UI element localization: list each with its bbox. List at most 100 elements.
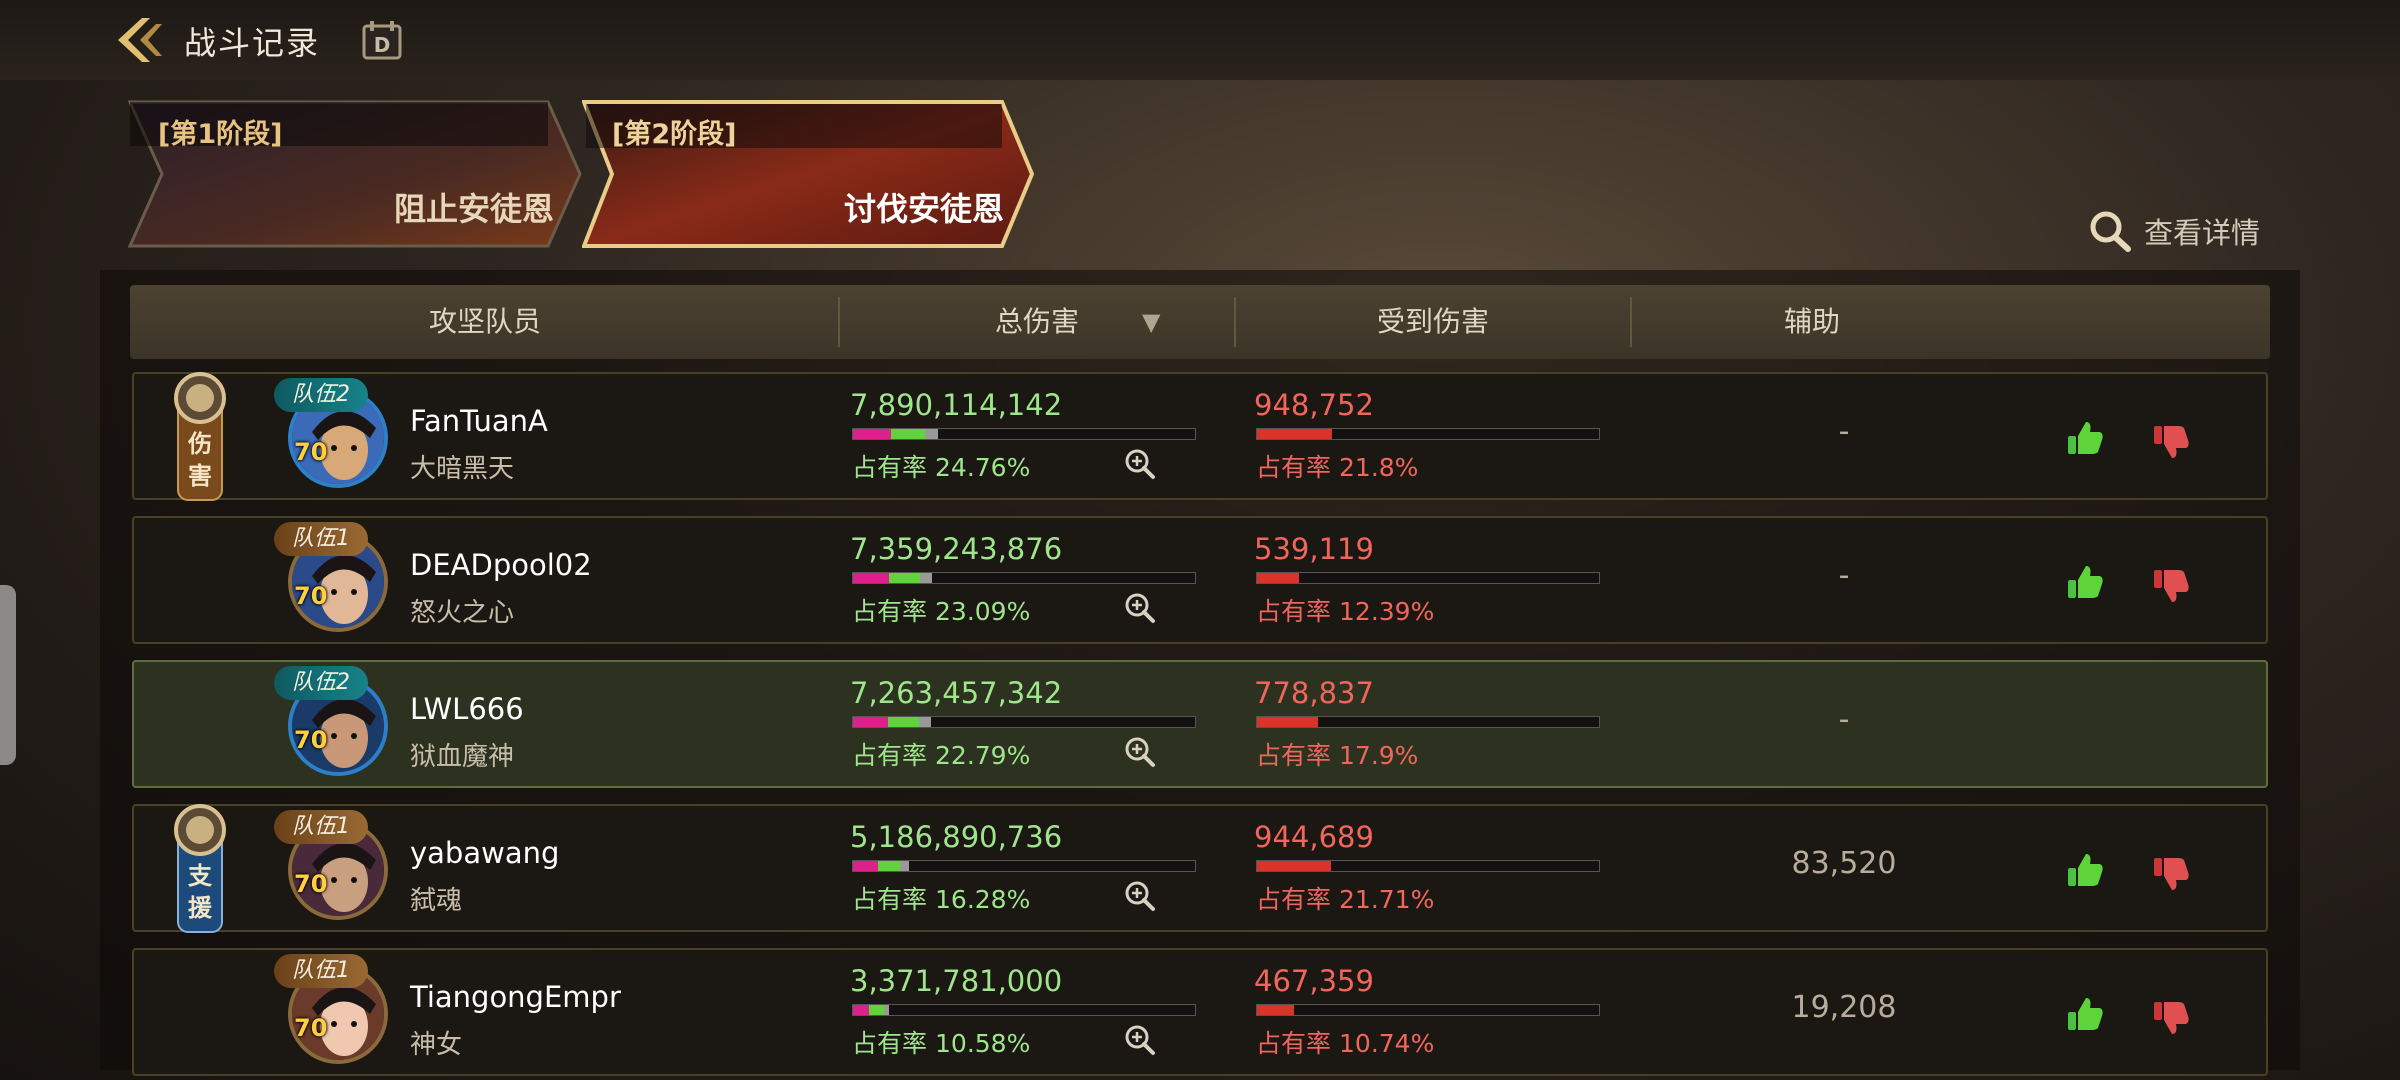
assist-value: 19,208 — [1791, 990, 1897, 1025]
table-row[interactable]: 支 援 队伍1 70 yabawang 弑魂 5,186,890,736 占有率… — [132, 804, 2268, 933]
svg-text:D: D — [374, 33, 391, 57]
taken-share-bar — [1256, 1004, 1600, 1016]
taken-share-label: 占有率 21.8% — [1256, 448, 1418, 484]
damage-share-bar — [852, 716, 1196, 728]
damage-bar-segment — [919, 717, 931, 727]
tab-stage-1[interactable]: [第1阶段] 阻止安徒恩 — [128, 100, 584, 248]
stage-name: 阻止安徒恩 — [393, 190, 554, 228]
tab-stage-2[interactable]: [第2阶段] 讨伐安徒恩 — [582, 100, 1034, 248]
taken-bar-fill — [1257, 717, 1319, 727]
damage-share-bar — [852, 572, 1196, 584]
rate-label: 占有率 — [852, 741, 928, 770]
back-arrow-icon[interactable] — [112, 14, 168, 66]
damage-share-label: 占有率 22.79% — [852, 736, 1030, 772]
table-row[interactable]: 伤 害 队伍2 70 FanTuanA 大暗黑天 7,890,114,142 占… — [132, 372, 2268, 501]
damage-taken-value: 778,837 — [1254, 676, 1374, 710]
zoom-in-icon[interactable] — [1124, 448, 1156, 480]
page-title: 战斗记录 — [184, 24, 321, 62]
level-label: 70 — [294, 870, 328, 898]
taken-share-bar — [1256, 716, 1600, 728]
damage-rate-value: 22.79% — [935, 741, 1031, 770]
total-damage-value: 7,263,457,342 — [850, 676, 1063, 710]
role-badge-label: 支 援 — [188, 862, 212, 923]
taken-rate-value: 21.71% — [1339, 885, 1435, 914]
view-details-button[interactable]: 查看详情 — [2088, 206, 2260, 256]
damage-bar-segment — [869, 1005, 884, 1015]
zoom-in-icon[interactable] — [1124, 592, 1156, 624]
taken-bar-fill — [1257, 861, 1332, 871]
taken-share-bar — [1256, 428, 1600, 440]
taken-rate-value: 10.74% — [1339, 1029, 1435, 1058]
table-header: 攻坚队员 总伤害 ▼ 受到伤害 辅助 — [130, 285, 2270, 359]
rate-label: 占有率 — [1256, 597, 1332, 626]
damage-share-bar — [852, 860, 1196, 872]
rate-label: 占有率 — [852, 1029, 928, 1058]
damage-share-label: 占有率 23.09% — [852, 592, 1030, 628]
thumbs-up-icon[interactable] — [2066, 418, 2106, 458]
damage-share-bar — [852, 1004, 1196, 1016]
damage-taken-value: 467,359 — [1254, 964, 1374, 998]
level-label: 70 — [294, 726, 328, 754]
column-total-damage[interactable]: 总伤害 ▼ — [840, 285, 1234, 359]
hero-name: 大暗黑天 — [410, 454, 515, 484]
damage-rate-value: 24.76% — [935, 453, 1031, 482]
thumbs-down-icon[interactable] — [2152, 998, 2192, 1038]
damage-bar-segment — [900, 861, 909, 871]
damage-bar-segment — [883, 1005, 890, 1015]
player-name: LWL666 — [410, 692, 524, 726]
damage-bar-segment — [888, 573, 921, 583]
stage-label: [第2阶段] — [612, 119, 737, 150]
hero-name: 狱血魔神 — [410, 742, 515, 772]
thumbs-down-icon[interactable] — [2152, 422, 2192, 462]
rate-label: 占有率 — [852, 597, 928, 626]
hero-name: 弑魂 — [410, 886, 463, 916]
table-row[interactable]: 队伍2 70 LWL666 狱血魔神 7,263,457,342 占有率 22.7… — [132, 660, 2268, 788]
team-tag: 队伍1 — [274, 810, 368, 844]
thumbs-down-icon[interactable] — [2152, 854, 2192, 894]
assist-value: - — [1838, 414, 1850, 449]
zoom-in-icon[interactable] — [1124, 736, 1156, 768]
damage-share-label: 占有率 10.58% — [852, 1024, 1030, 1060]
player-name: TiangongEmpr — [410, 980, 621, 1014]
damage-bar-segment — [853, 429, 892, 439]
damage-taken-value: 944,689 — [1254, 820, 1374, 854]
rate-label: 占有率 — [1256, 885, 1332, 914]
rate-label: 占有率 — [852, 885, 928, 914]
damage-bar-segment — [924, 429, 938, 439]
thumbs-up-icon[interactable] — [2066, 850, 2106, 890]
thumbs-down-icon[interactable] — [2152, 566, 2192, 606]
stage-name: 讨伐安徒恩 — [843, 190, 1004, 228]
zoom-in-icon[interactable] — [1124, 1024, 1156, 1056]
table-row[interactable]: 队伍1 70 TiangongEmpr 神女 3,371,781,000 占有率… — [132, 948, 2268, 1076]
thumbs-up-icon[interactable] — [2066, 994, 2106, 1034]
taken-rate-value: 17.9% — [1339, 741, 1419, 770]
damage-share-label: 占有率 24.76% — [852, 448, 1030, 484]
team-tag: 队伍2 — [274, 378, 368, 412]
taken-share-bar — [1256, 572, 1600, 584]
taken-bar-fill — [1257, 1005, 1294, 1015]
damage-rate-value: 16.28% — [935, 885, 1031, 914]
role-badge: 伤 害 — [170, 370, 230, 504]
damage-bar-segment — [878, 861, 901, 871]
side-drawer-handle[interactable] — [0, 585, 16, 765]
role-badge — [170, 658, 230, 792]
table-row[interactable]: 队伍1 70 DEADpool02 怒火之心 7,359,243,876 占有率… — [132, 516, 2268, 644]
column-assist: 辅助 — [1783, 305, 1840, 338]
thumbs-up-icon[interactable] — [2066, 562, 2106, 602]
player-name: FanTuanA — [410, 404, 548, 438]
zoom-in-icon[interactable] — [1124, 880, 1156, 912]
level-label: 70 — [294, 582, 328, 610]
team-tag: 队伍2 — [274, 666, 368, 700]
calendar-d-icon[interactable]: D — [360, 18, 404, 62]
taken-share-bar — [1256, 860, 1600, 872]
damage-taken-value: 948,752 — [1254, 388, 1374, 422]
column-total-damage-label: 总伤害 — [994, 305, 1079, 338]
role-badge — [170, 514, 230, 648]
stage-label: [第1阶段] — [158, 119, 283, 150]
taken-rate-value: 21.8% — [1339, 453, 1419, 482]
damage-bar-segment — [888, 717, 920, 727]
total-damage-value: 7,359,243,876 — [850, 532, 1063, 566]
top-bar: 战斗记录 D — [0, 0, 2400, 80]
rate-label: 占有率 — [1256, 453, 1332, 482]
assist-value: - — [1838, 702, 1850, 737]
